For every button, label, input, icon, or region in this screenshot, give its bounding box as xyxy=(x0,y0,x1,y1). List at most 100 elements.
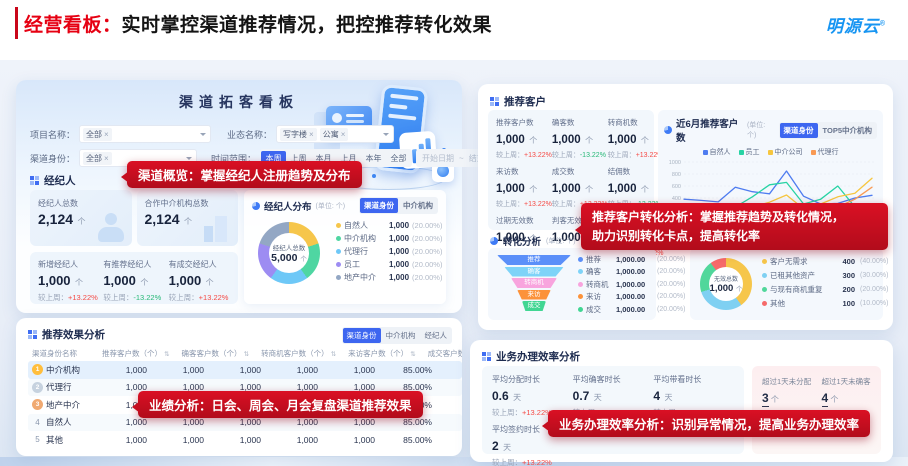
chip-close-icon[interactable]: × xyxy=(104,154,109,163)
legend-value: 1,000.00 xyxy=(616,255,654,264)
legend-value: 100 xyxy=(835,299,855,308)
legend-dot xyxy=(578,282,583,287)
time-option[interactable]: 全部 xyxy=(386,151,411,166)
row-rank: 4 xyxy=(32,418,43,427)
legend-item: 与现有商机重复200(20.00%) xyxy=(762,284,888,294)
legend-pct: (20.00%) xyxy=(657,256,685,263)
legend-name: 已租其他资产 xyxy=(770,270,832,281)
legend-item: 中介机构1,000(20.00%) xyxy=(336,233,442,243)
wow-value: +13.22% xyxy=(68,293,98,302)
legend-value: 1,000 xyxy=(389,234,409,243)
legend-item: 员工1,000(20.00%) xyxy=(336,259,442,269)
toggle-option[interactable]: 中介机构 xyxy=(382,328,420,343)
trend-legend-item[interactable]: 代理行 xyxy=(811,147,839,157)
legend-swatch xyxy=(811,150,816,155)
legend-name: 地产中介 xyxy=(344,272,386,283)
business-filter-label: 业态名称： xyxy=(227,128,272,141)
legend-dot xyxy=(336,262,341,267)
business-chip[interactable]: 写字楼× xyxy=(280,128,317,141)
column-header-sortable[interactable]: 确客客户数（个） ⇅ xyxy=(182,348,262,359)
callout-efficiency-analysis: 业务办理效率分析：识别异常情况，提高业务办理效率 xyxy=(548,410,870,437)
legend-item: 已租其他资产300(30.00%) xyxy=(762,270,888,280)
stat-wow: 较上周：+13.22% xyxy=(169,292,230,303)
legend-pct: (20.00%) xyxy=(412,273,442,282)
filter-row-1: 项目名称： 全部× 业态名称： 写字楼× 公寓× xyxy=(30,125,394,143)
stat-label: 推荐客户数 xyxy=(496,117,552,128)
trend-legend-item[interactable]: 自然人 xyxy=(703,147,731,157)
sort-icon[interactable]: ⇅ xyxy=(164,350,169,358)
time-option[interactable]: 本年 xyxy=(361,151,386,166)
svg-text:400: 400 xyxy=(672,196,681,202)
stat-label: 转商机数 xyxy=(608,117,664,128)
row-value-cell: 1,000 xyxy=(273,417,330,427)
stat-cell: 确客数1,000 个较上周：-13.22% xyxy=(552,117,608,160)
toggle-option[interactable]: 中介机构 xyxy=(399,198,437,213)
toggle-selected[interactable]: 渠道身份 xyxy=(780,123,818,138)
row-value-cell: 1,000 xyxy=(159,417,216,427)
toggle-option[interactable]: 经纪人 xyxy=(421,328,452,343)
project-chip[interactable]: 全部× xyxy=(83,128,112,141)
brand-logo: 明源云® xyxy=(826,12,886,37)
row-value-cell: 1,000 xyxy=(273,435,330,445)
row-rank: 5 xyxy=(32,435,43,444)
legend-dot xyxy=(762,301,767,306)
sort-icon[interactable]: ⇅ xyxy=(410,350,415,358)
column-header-sortable[interactable]: 转商机客户数（个） ⇅ xyxy=(261,348,348,359)
row-name: 自然人 xyxy=(46,416,72,428)
project-filter-label: 项目名称： xyxy=(30,128,75,141)
legend-item: 代理行1,000(20.00%) xyxy=(336,246,442,256)
legend-dot xyxy=(336,275,341,280)
row-value-cell: 1,000 xyxy=(102,435,159,445)
stat-cell: 转商机数1,000 个较上周：+13.22% xyxy=(608,117,664,160)
legend-name: 员工 xyxy=(746,147,760,157)
legend-name: 客户无需求 xyxy=(770,256,832,267)
chip-close-icon[interactable]: × xyxy=(341,130,346,139)
column-header-sortable[interactable]: 来访客户数（个） ⇅ xyxy=(348,348,428,359)
stat-value: 0.6 天 xyxy=(492,387,573,405)
sort-icon[interactable]: ⇅ xyxy=(331,350,336,358)
business-chip[interactable]: 公寓× xyxy=(320,128,349,141)
project-select[interactable]: 全部× xyxy=(79,125,211,143)
sort-icon[interactable]: ⇅ xyxy=(244,350,249,358)
agent-total-card: 经纪人总数 2,124 个 xyxy=(30,190,132,246)
trend-legend-item[interactable]: 中介公司 xyxy=(768,147,803,157)
decor-dot xyxy=(372,174,376,178)
conversion-title: 转化分析 xyxy=(503,234,541,248)
section-conversion: 转化分析 (单位: 个) xyxy=(490,234,576,248)
row-value-cell: 1,000 xyxy=(216,365,273,375)
business-select[interactable]: 写字楼× 公寓× xyxy=(276,125,394,143)
legend-item: 来访1,000.00(20.00%) xyxy=(578,292,685,302)
toggle-selected[interactable]: 渠道身份 xyxy=(360,198,398,213)
header-accent-bar xyxy=(15,7,18,39)
start-date[interactable]: 开始日期 xyxy=(422,153,454,164)
column-label: 成交客户数（个） xyxy=(428,349,462,358)
toggle-option[interactable]: TOP5中介机构 xyxy=(819,123,876,138)
stat-value: 1,000 个 xyxy=(552,130,608,148)
row-value-cell: 1,000 xyxy=(330,417,387,427)
toggle-selected[interactable]: 渠道身份 xyxy=(343,328,381,343)
svg-text:600: 600 xyxy=(672,184,681,190)
column-header-sortable[interactable]: 推荐客户数（个） ⇅ xyxy=(102,348,182,359)
column-header-name: 渠道身份名称 xyxy=(28,348,102,359)
legend-value: 1,000 xyxy=(389,221,409,230)
legend-dot xyxy=(762,273,767,278)
medal-silver-icon: 2 xyxy=(32,382,43,393)
row-name: 其他 xyxy=(46,434,63,446)
row-name: 代理行 xyxy=(46,381,72,393)
identity-chip[interactable]: 全部× xyxy=(83,152,112,165)
legend-dot xyxy=(336,236,341,241)
funnel-band: 确客 xyxy=(504,267,564,277)
column-header-sortable[interactable]: 成交客户数（个） ⇅ xyxy=(428,348,462,359)
legend-item: 推荐1,000.00(20.00%) xyxy=(578,254,685,264)
trend-legend-item[interactable]: 员工 xyxy=(739,147,760,157)
legend-value: 1,000.00 xyxy=(616,267,654,276)
stat-label: 结佣数 xyxy=(608,166,664,177)
grid-icon xyxy=(28,330,37,339)
stat-value: 1,000 个 xyxy=(103,272,164,290)
identity-filter-label: 渠道身份： xyxy=(30,152,75,165)
row-name-cell: 5其他 xyxy=(28,434,102,446)
building-icon xyxy=(204,214,230,242)
stat-cell: 有推荐经纪人1,000 个较上周：-13.22% xyxy=(103,259,164,297)
chip-close-icon[interactable]: × xyxy=(104,130,109,139)
chip-close-icon[interactable]: × xyxy=(309,130,314,139)
